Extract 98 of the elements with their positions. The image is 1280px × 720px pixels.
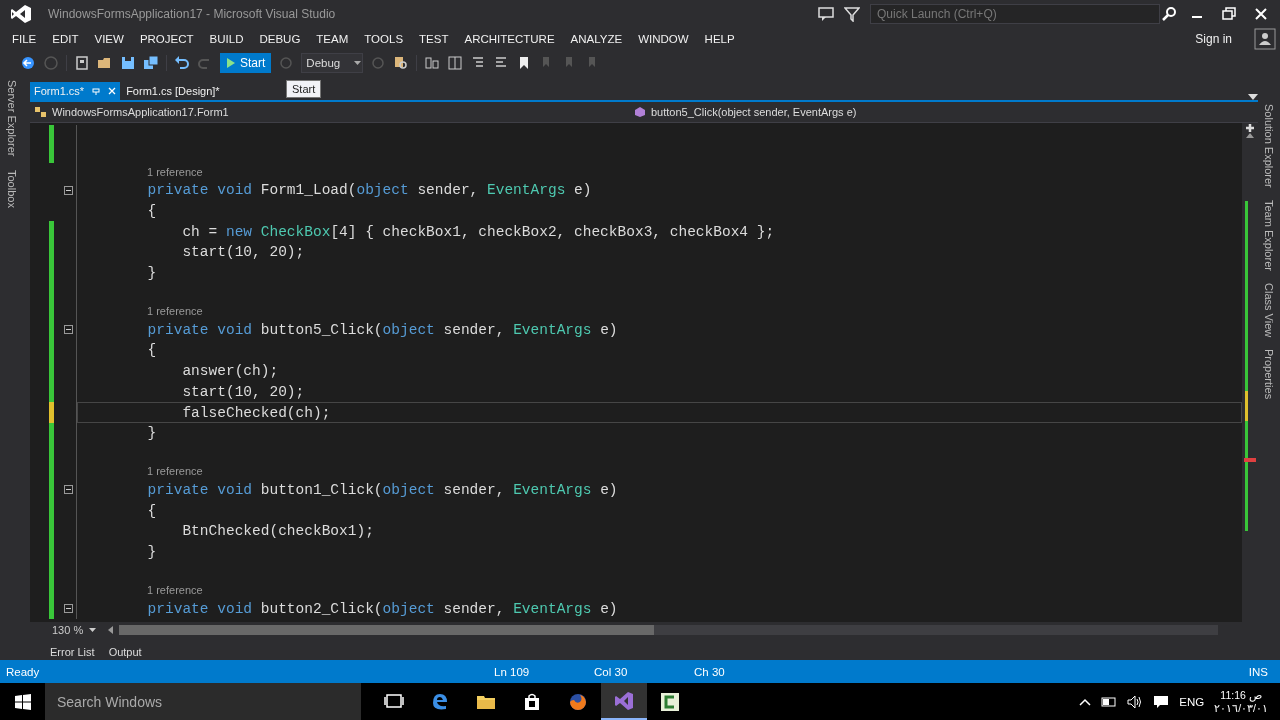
code-line: } bbox=[146, 425, 157, 442]
class-dropdown[interactable]: WindowsFormsApplication17.Form1 bbox=[52, 106, 229, 118]
menu-item[interactable]: TEAM bbox=[308, 33, 357, 45]
window-title: WindowsFormsApplication17 - Microsoft Visual Studio bbox=[48, 7, 336, 21]
code-line: private void button5_Click(object sender, EventArgs e) bbox=[146, 321, 618, 338]
search-field[interactable]: Search Windows bbox=[45, 683, 361, 720]
collapse-icon[interactable] bbox=[64, 185, 73, 195]
menu-item[interactable]: ARCHITECTURE bbox=[456, 33, 563, 45]
folder-icon[interactable] bbox=[97, 55, 113, 71]
insert-mode: INS bbox=[1248, 665, 1268, 678]
menu-item[interactable]: PROJECT bbox=[131, 33, 202, 45]
reference-count-link[interactable]: 1 reference bbox=[78, 165, 203, 178]
class-icon bbox=[34, 106, 48, 118]
filter-icon[interactable] bbox=[844, 6, 860, 22]
code-line: } bbox=[146, 265, 157, 282]
code-line: { bbox=[146, 502, 157, 519]
undo-icon[interactable] bbox=[174, 55, 190, 71]
reference-count-link[interactable]: 1 reference bbox=[78, 583, 203, 596]
collapse-icon[interactable] bbox=[64, 604, 73, 614]
menu-item[interactable]: ANALYZE bbox=[562, 33, 631, 45]
menu-item[interactable]: WINDOW bbox=[630, 33, 697, 45]
scroll-left-icon[interactable] bbox=[108, 626, 113, 634]
play-icon bbox=[226, 57, 236, 69]
clock-date[interactable]: ٢٠١٦/٠٣/٠١ bbox=[1214, 701, 1268, 715]
character-number: Ch 30 bbox=[694, 665, 726, 678]
pin-icon[interactable] bbox=[92, 87, 101, 95]
reference-count-link[interactable]: 1 reference bbox=[78, 304, 203, 317]
scroll-up-icon[interactable] bbox=[1246, 133, 1254, 138]
menu-item[interactable]: HELP bbox=[696, 33, 743, 45]
menu-item[interactable]: EDIT bbox=[44, 33, 87, 45]
start-button[interactable]: Start bbox=[220, 53, 272, 73]
menu-item[interactable]: BUILD bbox=[201, 33, 252, 45]
code-line: private void button1_Click(object sender, EventArgs e) bbox=[146, 481, 618, 498]
side-panel-tab[interactable]: Server Explorer bbox=[6, 80, 18, 157]
reference-count-link[interactable]: 1 reference bbox=[78, 465, 203, 478]
code-line: falseChecked(ch); bbox=[181, 404, 331, 421]
align-icon[interactable] bbox=[424, 55, 441, 71]
menu-item[interactable]: VIEW bbox=[86, 33, 132, 45]
document-tab[interactable]: Form1.cs [Design]* bbox=[122, 82, 224, 100]
firefox-icon[interactable] bbox=[568, 691, 588, 712]
code-line: { bbox=[146, 203, 157, 220]
side-panel-tab[interactable]: Team Explorer bbox=[1263, 199, 1275, 271]
horizontal-scrollbar-thumb[interactable] bbox=[119, 625, 654, 635]
code-line: ch = new CheckBox[4] { checkBox1, checkBox2, checkBox3, checkBox4 }; bbox=[181, 223, 775, 240]
line-number: Ln 109 bbox=[494, 665, 531, 678]
caret-icon bbox=[354, 61, 362, 65]
column-number: Col 30 bbox=[594, 665, 629, 678]
save-all-icon[interactable] bbox=[143, 55, 159, 71]
menu-item[interactable]: TOOLS bbox=[356, 33, 412, 45]
visual-studio-logo-icon[interactable] bbox=[614, 690, 634, 711]
save-icon[interactable] bbox=[120, 55, 136, 71]
user-icon[interactable] bbox=[1254, 28, 1276, 50]
tab-list-icon[interactable] bbox=[1248, 94, 1258, 100]
document-tab[interactable]: Form1.cs* bbox=[30, 82, 121, 100]
code-line: answer(ch); bbox=[181, 363, 279, 380]
code-line: } bbox=[146, 543, 157, 560]
quick-launch-field[interactable]: Quick Launch (Ctrl+Q) bbox=[870, 4, 1160, 24]
code-line: start(10, 20); bbox=[181, 383, 305, 400]
method-icon bbox=[633, 106, 647, 118]
camtasia-icon[interactable] bbox=[660, 691, 680, 712]
sign-in-link[interactable]: Sign in bbox=[1187, 32, 1240, 46]
language-indicator[interactable]: ENG bbox=[1179, 695, 1205, 708]
code-line: private void Form1_Load(object sender, EventArgs e) bbox=[146, 182, 592, 199]
find-in-files-icon[interactable] bbox=[393, 55, 410, 71]
code-line: start(10, 20); bbox=[181, 244, 305, 261]
menu-item[interactable]: DEBUG bbox=[251, 33, 309, 45]
notification-icon[interactable] bbox=[1153, 693, 1170, 710]
battery-icon[interactable] bbox=[1101, 696, 1118, 707]
status-message: Ready bbox=[6, 665, 40, 678]
side-panel-tab[interactable]: Solution Explorer bbox=[1263, 104, 1275, 188]
collapse-icon[interactable] bbox=[64, 485, 73, 495]
shopping-bag-icon[interactable] bbox=[522, 691, 542, 712]
visual-studio-logo-icon bbox=[10, 4, 32, 24]
edge-icon[interactable] bbox=[430, 691, 450, 712]
menu-item[interactable]: FILE bbox=[4, 33, 45, 45]
menu-item[interactable]: TEST bbox=[411, 33, 457, 45]
collapse-icon[interactable] bbox=[64, 325, 73, 335]
code-line: { bbox=[146, 342, 157, 359]
configuration-dropdown[interactable]: Debug bbox=[301, 53, 364, 73]
back-icon[interactable] bbox=[20, 55, 36, 71]
search-icon[interactable] bbox=[1162, 7, 1176, 21]
feedback-icon[interactable] bbox=[818, 6, 834, 22]
split-icon[interactable] bbox=[1245, 123, 1255, 133]
chevron-up-icon[interactable] bbox=[1079, 697, 1092, 706]
member-dropdown[interactable]: button5_Click(object sender, EventArgs e) bbox=[651, 106, 857, 118]
side-panel-tab[interactable]: Toolbox bbox=[6, 170, 18, 209]
code-line: BtnChecked(checkBox1); bbox=[181, 523, 374, 540]
caret-icon[interactable] bbox=[89, 628, 97, 632]
layout-icon[interactable] bbox=[447, 55, 464, 71]
new-project-icon[interactable] bbox=[74, 55, 90, 71]
zoom-dropdown[interactable]: 130 % bbox=[52, 624, 84, 636]
windows-logo-icon[interactable] bbox=[14, 693, 31, 710]
tooltip: Start bbox=[286, 80, 322, 98]
side-panel-tab[interactable]: Class View bbox=[1263, 282, 1275, 337]
volume-icon[interactable] bbox=[1127, 694, 1144, 709]
clock-time[interactable]: 11:16 ص bbox=[1220, 688, 1262, 702]
code-line: private void button2_Click(object sender, EventArgs e) bbox=[146, 600, 618, 617]
side-panel-tab[interactable]: Properties bbox=[1263, 348, 1275, 400]
